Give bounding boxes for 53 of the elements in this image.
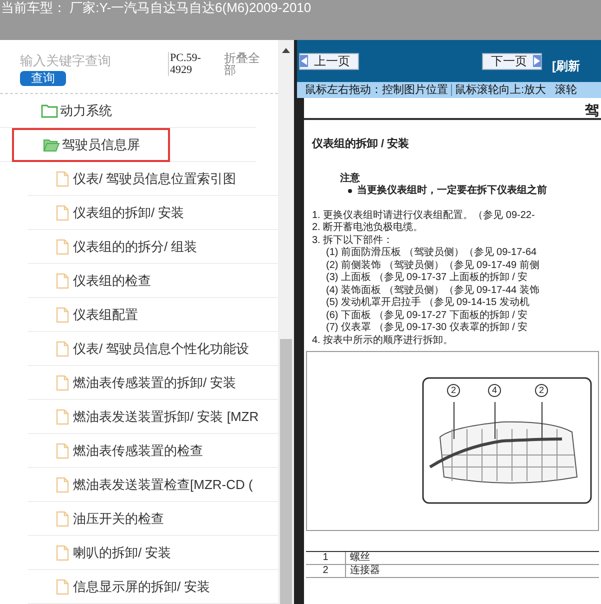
sub-step-text: (3) 上面板 （参见 09-17-37 上面板的拆卸 / 安 [326,272,529,284]
bullet-icon [348,189,352,194]
step-text: 1. 更换仪表组时请进行仪表组配置。（参见 09-22- [312,210,536,222]
search-field[interactable]: 输入关键字查询 [20,52,160,70]
hint-text: 鼠标左右拖动：控制图片位置 [305,82,448,98]
scroll-up-icon[interactable] [282,48,290,53]
code-label: PC.59-4929 [168,52,218,76]
document-icon [56,238,69,254]
scroll-thumb[interactable] [280,339,292,604]
vehicle-title: 当前车型： 厂家:Y-一汽马自达马自达6(M6)2009-2010 [1,0,312,15]
step-text: 2. 断开蓄电池负极电缆。 [312,222,424,234]
tree-folder[interactable]: 动力系统 [12,94,120,128]
next-page-button[interactable]: 下一页 [482,52,542,70]
sub-step-text: (7) 仪表罩 （参见 09-17-30 仪表罩的拆卸 / 安 [326,322,529,334]
page-header: 驾 [585,104,600,116]
note-title: 注意 [340,172,361,184]
sub-step-text: (2) 前侧装饰 （驾驶员侧）（参见 09-17-49 前侧 [326,260,540,272]
right-arrow-icon [533,55,541,67]
search-button[interactable]: 查询 [20,71,66,86]
step-text: 3. 拆下以下部件： [312,234,394,246]
table-cell: 1 [306,552,346,564]
table-cell-text: 螺丝 [349,552,370,564]
table-cell: 2 [306,564,346,578]
document-icon [56,510,69,526]
document-icon [56,544,69,560]
document-icon [56,476,69,492]
hint-text: 鼠标滚轮向上:放大 [455,82,546,98]
document-icon [56,170,69,186]
section-heading: 仪表组的拆卸 / 安装 [312,138,410,150]
note-text: 当更换仪表组时，一定要在拆下仪表组之前 [357,185,547,198]
sub-step-text: (6) 下面板 （参见 09-17-27 下面板的拆卸 / 安 [326,310,529,322]
previous-page-button[interactable]: 上一页 [299,52,359,70]
folder-icon [41,104,58,118]
refresh-link[interactable]: [刷新 [552,57,580,75]
left-arrow-icon [300,55,308,67]
scrollbar[interactable] [278,40,294,604]
sub-step-text: (4) 装饰面板 （驾驶员侧）（参见 09-17-44 装饰 [326,284,540,296]
tree-folder[interactable]: 驾驶员信息屏 [12,128,170,162]
document-icon [56,340,69,356]
document-icon [56,272,69,288]
hint-text: 滚轮 [555,82,578,98]
document-icon [56,374,69,390]
document-icon [56,204,69,220]
collapse-all-link[interactable]: 折叠全部 [224,52,268,76]
document-icon [56,578,69,594]
document-icon [56,306,69,322]
document-icon [56,408,69,424]
step-text: 4. 按表中所示的顺序进行拆卸。 [312,334,454,347]
document-icon [56,442,69,458]
table-cell-text: 连接器 [349,564,380,578]
sub-step-text: (1) 前面防滑压板 （驾驶员侧）（参见 09-17-64 [326,247,538,260]
sub-step-text: (5) 发动机罩开启拉手 （参见 09-14-15 发动机 [326,297,530,310]
open-folder-icon [43,138,60,152]
